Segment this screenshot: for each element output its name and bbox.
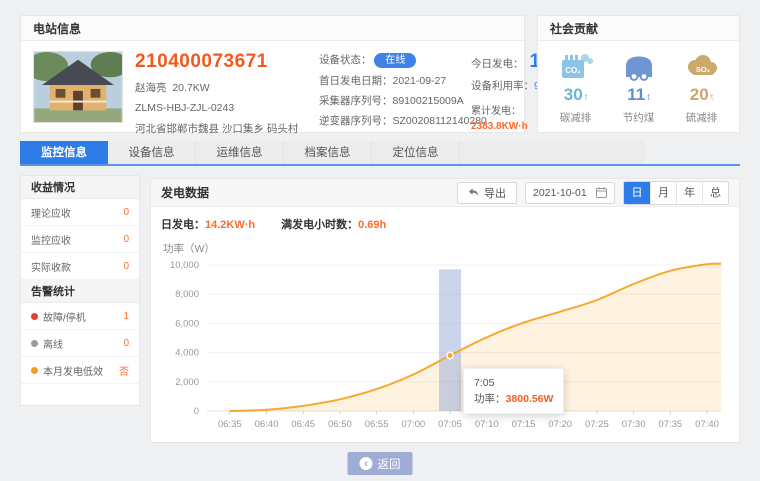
alarm-row-fault: 故障/停机 1 <box>21 303 139 330</box>
social-panel-title: 社会贡献 <box>538 16 739 41</box>
svg-text:07:30: 07:30 <box>622 419 646 430</box>
station-address: 河北省邯郸市魏县 沙口集乡 码头村 <box>135 121 307 136</box>
station-device-code: ZLMS-HBJ-ZJL-0243 <box>135 102 307 114</box>
svg-text:06:40: 06:40 <box>255 419 279 430</box>
offline-dot <box>31 340 38 347</box>
range-year-button[interactable]: 年 <box>676 182 702 204</box>
range-segmented-control: 日 月 年 总 <box>623 181 729 205</box>
svg-text:SO₂: SO₂ <box>695 65 709 74</box>
sulfur-value: 20t <box>672 85 732 105</box>
generation-data-panel: 发电数据 导出 2021-10-01 日 月 年 <box>150 178 740 443</box>
svg-text:07:10: 07:10 <box>475 419 499 430</box>
income-row-theoretical: 理论应收 0 <box>21 199 139 226</box>
day-generation-stat: 日发电：14.2KW·h <box>161 216 255 232</box>
calendar-icon <box>596 187 607 198</box>
svg-text:2,000: 2,000 <box>175 377 199 388</box>
side-panel: 收益情况 理论应收 0 监控应收 0 实际收款 0 告警统计 故障/停机 1 离… <box>20 175 140 406</box>
coal-saved-item: 11t 节约煤 <box>609 52 669 125</box>
inverter-sn-row: 逆变器序列号：SZ00208112140280 <box>319 113 459 128</box>
svg-text:4,000: 4,000 <box>175 348 199 359</box>
station-panel-title: 电站信息 <box>21 16 524 41</box>
sulfur-reduction-item: SO₂ 20t 硫减排 <box>672 52 732 125</box>
svg-text:06:35: 06:35 <box>218 419 242 430</box>
alarm-row-offline: 离线 0 <box>21 330 139 357</box>
income-row-actual: 实际收款 0 <box>21 253 139 280</box>
svg-text:0: 0 <box>194 406 199 417</box>
tooltip-power-value: 3800.56W <box>506 393 554 405</box>
tab-underline <box>20 164 740 166</box>
tab-monitoring[interactable]: 监控信息 <box>20 141 108 166</box>
carbon-reduction-item: CO₂ 30t 碳减排 <box>546 52 606 125</box>
svg-text:07:40: 07:40 <box>695 419 719 430</box>
svg-text:CO₂: CO₂ <box>565 66 581 75</box>
full-hours-stat: 满发电小时数：0.69h <box>281 216 386 232</box>
range-total-button[interactable]: 总 <box>702 182 728 204</box>
carbon-value: 30t <box>546 85 606 105</box>
chart-panel-title: 发电数据 <box>161 184 209 201</box>
coal-value: 11t <box>609 85 669 105</box>
tab-location[interactable]: 定位信息 <box>372 141 460 166</box>
coal-truck-icon <box>621 52 657 82</box>
station-info-panel: 电站信息 210400073671 赵海亮 20.7KW ZLMS-HBJ-ZJ… <box>20 15 525 133</box>
date-picker[interactable]: 2021-10-01 <box>525 182 615 204</box>
total-generation: 累计发电： 2383.8KW·h <box>471 102 528 132</box>
export-arrow-icon <box>468 187 479 198</box>
svg-text:06:50: 06:50 <box>328 419 352 430</box>
station-photo <box>33 51 123 123</box>
date-value: 2021-10-01 <box>533 187 587 199</box>
alarm-row-low-efficiency: 本月发电低效 否 <box>21 357 139 384</box>
svg-text:07:05: 07:05 <box>438 419 462 430</box>
tab-bar: 监控信息 设备信息 运维信息 档案信息 定位信息 <box>20 141 645 166</box>
svg-text:06:45: 06:45 <box>291 419 315 430</box>
power-chart[interactable]: 0 2,000 4,000 6,000 8,000 10,000 06:35 06:40 06:… <box>161 257 729 445</box>
svg-text:07:25: 07:25 <box>585 419 609 430</box>
y-axis-title: 功率（W） <box>163 241 729 256</box>
carbon-label: 碳减排 <box>546 110 606 125</box>
income-row-monitored: 监控应收 0 <box>21 226 139 253</box>
back-chevron-icon: ‹ <box>360 457 373 470</box>
export-button[interactable]: 导出 <box>457 182 517 204</box>
alarm-section-title: 告警统计 <box>21 280 139 303</box>
so2-cloud-icon: SO₂ <box>684 52 720 82</box>
back-button[interactable]: ‹ 返回 <box>348 452 413 475</box>
sulfur-label: 硫减排 <box>672 110 732 125</box>
status-badge: 在线 <box>374 53 416 68</box>
svg-text:10,000: 10,000 <box>170 260 199 271</box>
station-owner-line: 赵海亮 20.7KW <box>135 80 307 95</box>
fault-dot <box>31 313 38 320</box>
svg-text:06:55: 06:55 <box>365 419 389 430</box>
device-status-row: 设备状态： 在线 <box>319 52 459 68</box>
tab-device[interactable]: 设备信息 <box>108 141 196 166</box>
svg-text:07:20: 07:20 <box>548 419 572 430</box>
collector-sn-row: 采集器序列号：89100215009A <box>319 93 459 108</box>
svg-text:6,000: 6,000 <box>175 318 199 329</box>
first-gen-row: 首日发电日期：2021-09-27 <box>319 73 459 88</box>
svg-text:07:15: 07:15 <box>512 419 536 430</box>
tab-operations[interactable]: 运维信息 <box>196 141 284 166</box>
social-contribution-panel: 社会贡献 CO₂ 30t 碳减排 11t 节约煤 <box>537 15 740 133</box>
income-section-title: 收益情况 <box>21 176 139 199</box>
range-day-button[interactable]: 日 <box>624 182 650 204</box>
chart-tooltip: 7:05 功率：3800.56W <box>463 368 564 415</box>
tooltip-time: 7:05 <box>474 375 553 391</box>
tab-archive[interactable]: 档案信息 <box>284 141 372 166</box>
coal-label: 节约煤 <box>609 110 669 125</box>
svg-text:07:35: 07:35 <box>658 419 682 430</box>
station-id: 210400073671 <box>135 51 307 73</box>
svg-text:8,000: 8,000 <box>175 289 199 300</box>
low-efficiency-dot <box>31 367 38 374</box>
station-capacity: 20.7KW <box>172 82 209 94</box>
range-month-button[interactable]: 月 <box>650 182 676 204</box>
co2-factory-icon: CO₂ <box>558 52 594 82</box>
station-owner: 赵海亮 <box>135 82 167 94</box>
svg-text:07:00: 07:00 <box>401 419 425 430</box>
